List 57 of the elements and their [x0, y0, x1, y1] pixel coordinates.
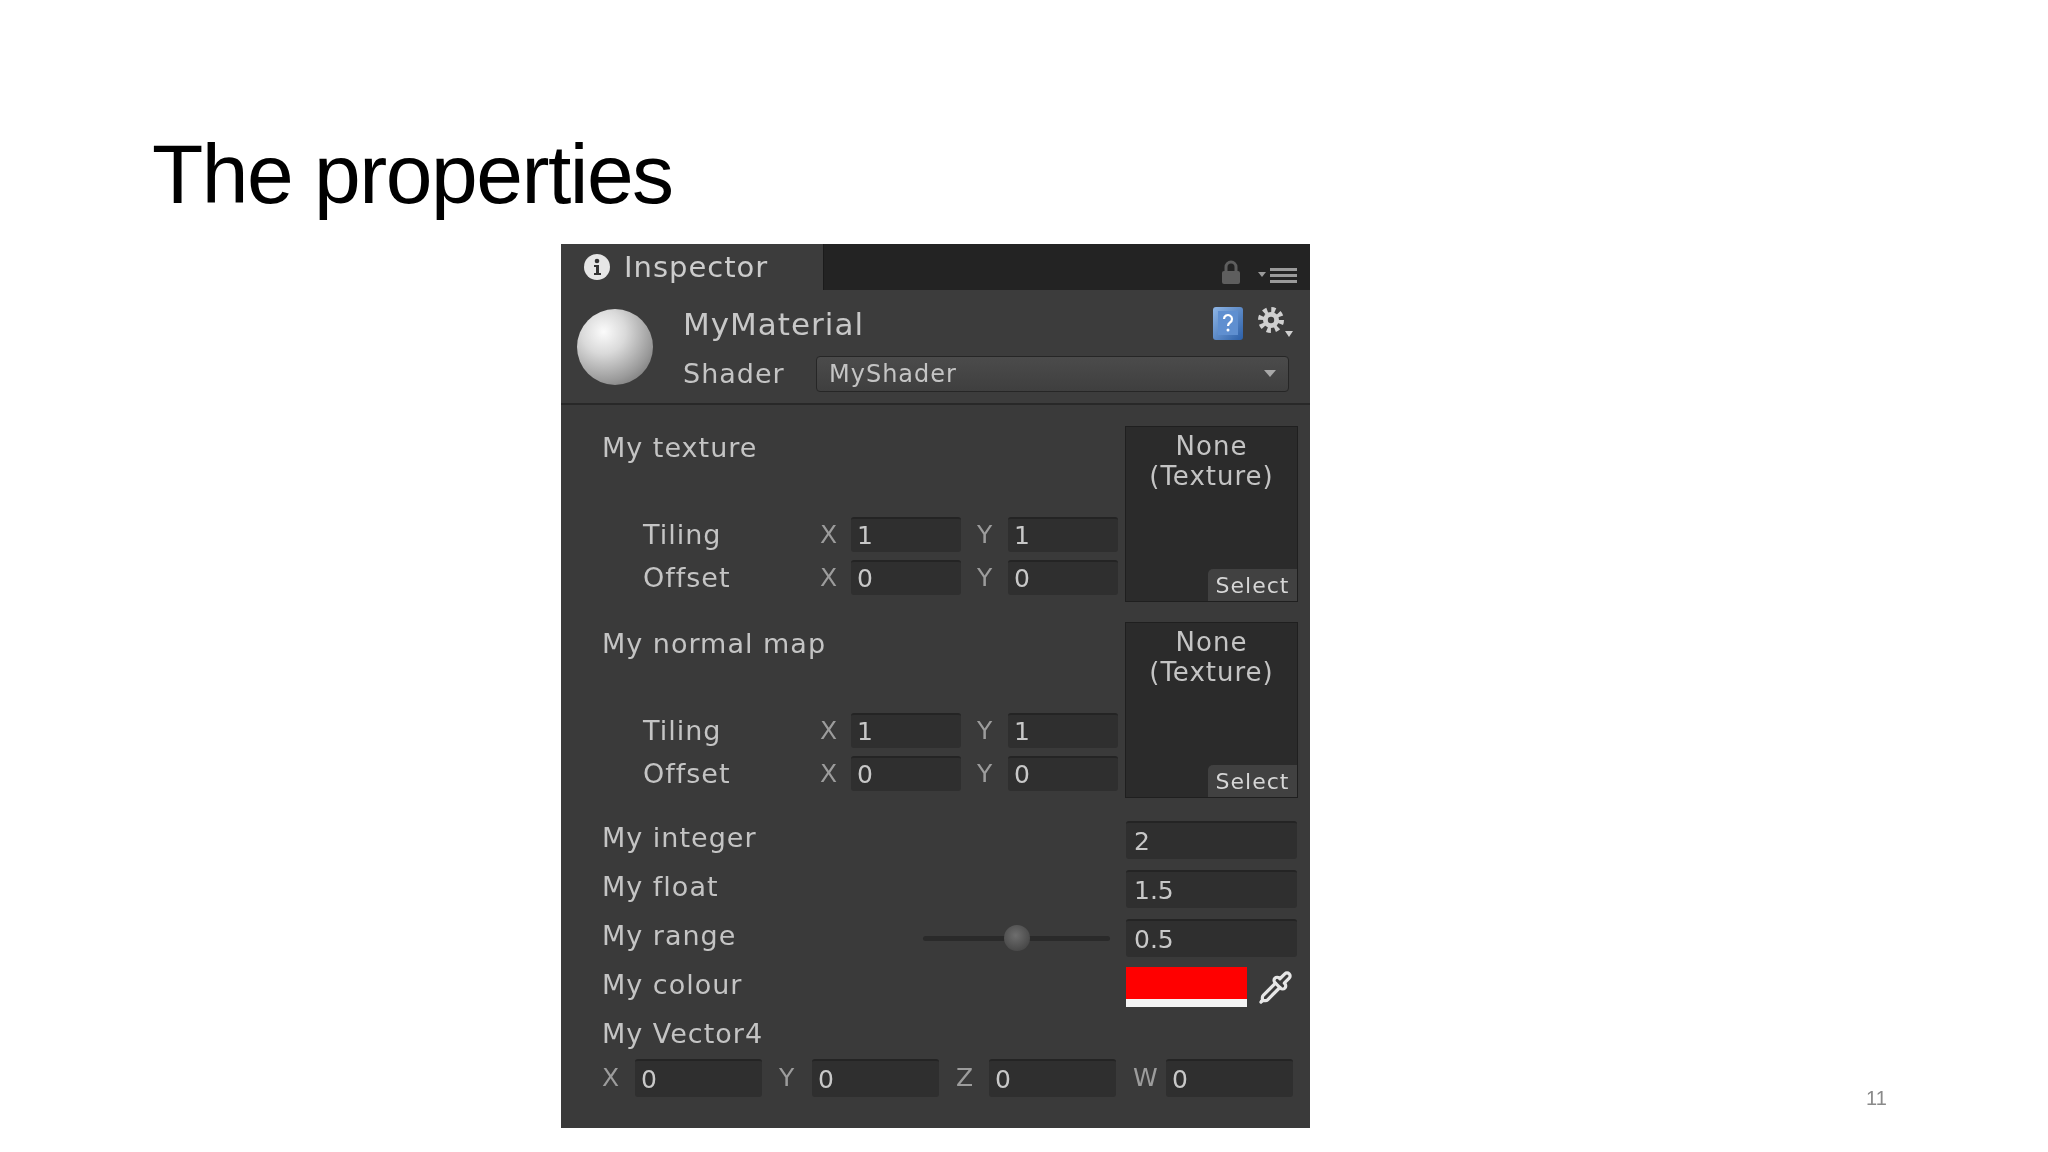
number-field[interactable]: 0 — [989, 1059, 1116, 1097]
texture-slot-text: None (Texture) — [1148, 627, 1275, 687]
number-field[interactable]: 0 — [1008, 560, 1118, 595]
number-field[interactable]: 1 — [1008, 517, 1118, 552]
number-field[interactable]: 0 — [851, 756, 961, 791]
property-label: My normal map — [602, 627, 827, 661]
shader-label: Shader — [683, 356, 786, 391]
material-name: MyMaterial — [683, 304, 865, 344]
slide-title: The properties — [152, 126, 673, 222]
texture-slot[interactable]: None (Texture) Select — [1125, 426, 1298, 602]
axis-label: W — [1133, 1063, 1158, 1092]
eyedropper-icon[interactable] — [1258, 969, 1293, 1005]
property-label: Offset — [643, 757, 731, 789]
axis-label: X — [820, 758, 838, 788]
inspector-tab[interactable]: Inspector — [561, 244, 824, 290]
select-button[interactable]: Select — [1208, 569, 1297, 601]
property-label: My range — [602, 919, 737, 953]
number-field[interactable]: 0 — [812, 1059, 939, 1097]
axis-label: Y — [779, 1063, 795, 1092]
axis-label: Y — [977, 758, 993, 788]
axis-label: X — [820, 715, 838, 745]
property-label: My texture — [602, 431, 758, 465]
caret-icon — [1264, 370, 1276, 377]
property-label: My integer — [602, 821, 757, 855]
number-field[interactable]: 1.5 — [1126, 870, 1297, 908]
number-field[interactable]: 0.5 — [1126, 919, 1297, 957]
axis-label: X — [602, 1063, 620, 1092]
info-icon — [584, 254, 610, 280]
number-field[interactable]: 2 — [1126, 821, 1297, 859]
number-field[interactable]: 1 — [851, 713, 961, 748]
texture-slot-text: None (Texture) — [1148, 431, 1275, 491]
axis-label: Y — [977, 519, 993, 549]
property-label: My float — [602, 870, 719, 904]
number-field[interactable]: 1 — [1008, 713, 1118, 748]
shader-dropdown[interactable]: MyShader — [816, 355, 1289, 392]
number-field[interactable]: 1 — [851, 517, 961, 552]
number-field[interactable]: 0 — [635, 1059, 762, 1097]
axis-label: Y — [977, 562, 993, 592]
texture-slot[interactable]: None (Texture) Select — [1125, 622, 1298, 798]
slider-thumb[interactable] — [1003, 925, 1030, 951]
number-field[interactable]: 0 — [1008, 756, 1118, 791]
property-label: Tiling — [643, 714, 722, 746]
axis-label: Z — [956, 1063, 974, 1092]
lock-icon[interactable] — [1221, 260, 1241, 284]
page-number: 11 — [1866, 1086, 1887, 1110]
property-label: My colour — [602, 968, 743, 1002]
property-label: Offset — [643, 561, 731, 593]
number-field[interactable]: 0 — [1166, 1059, 1293, 1097]
property-label: My Vector4 — [602, 1017, 764, 1051]
axis-label: X — [820, 562, 838, 592]
select-button[interactable]: Select — [1208, 765, 1297, 797]
number-field[interactable]: 0 — [851, 560, 961, 595]
help-book-icon[interactable] — [1213, 307, 1243, 340]
axis-label: Y — [977, 715, 993, 745]
axis-label: X — [820, 519, 838, 549]
color-swatch[interactable] — [1126, 967, 1247, 999]
property-label: Tiling — [643, 518, 722, 550]
